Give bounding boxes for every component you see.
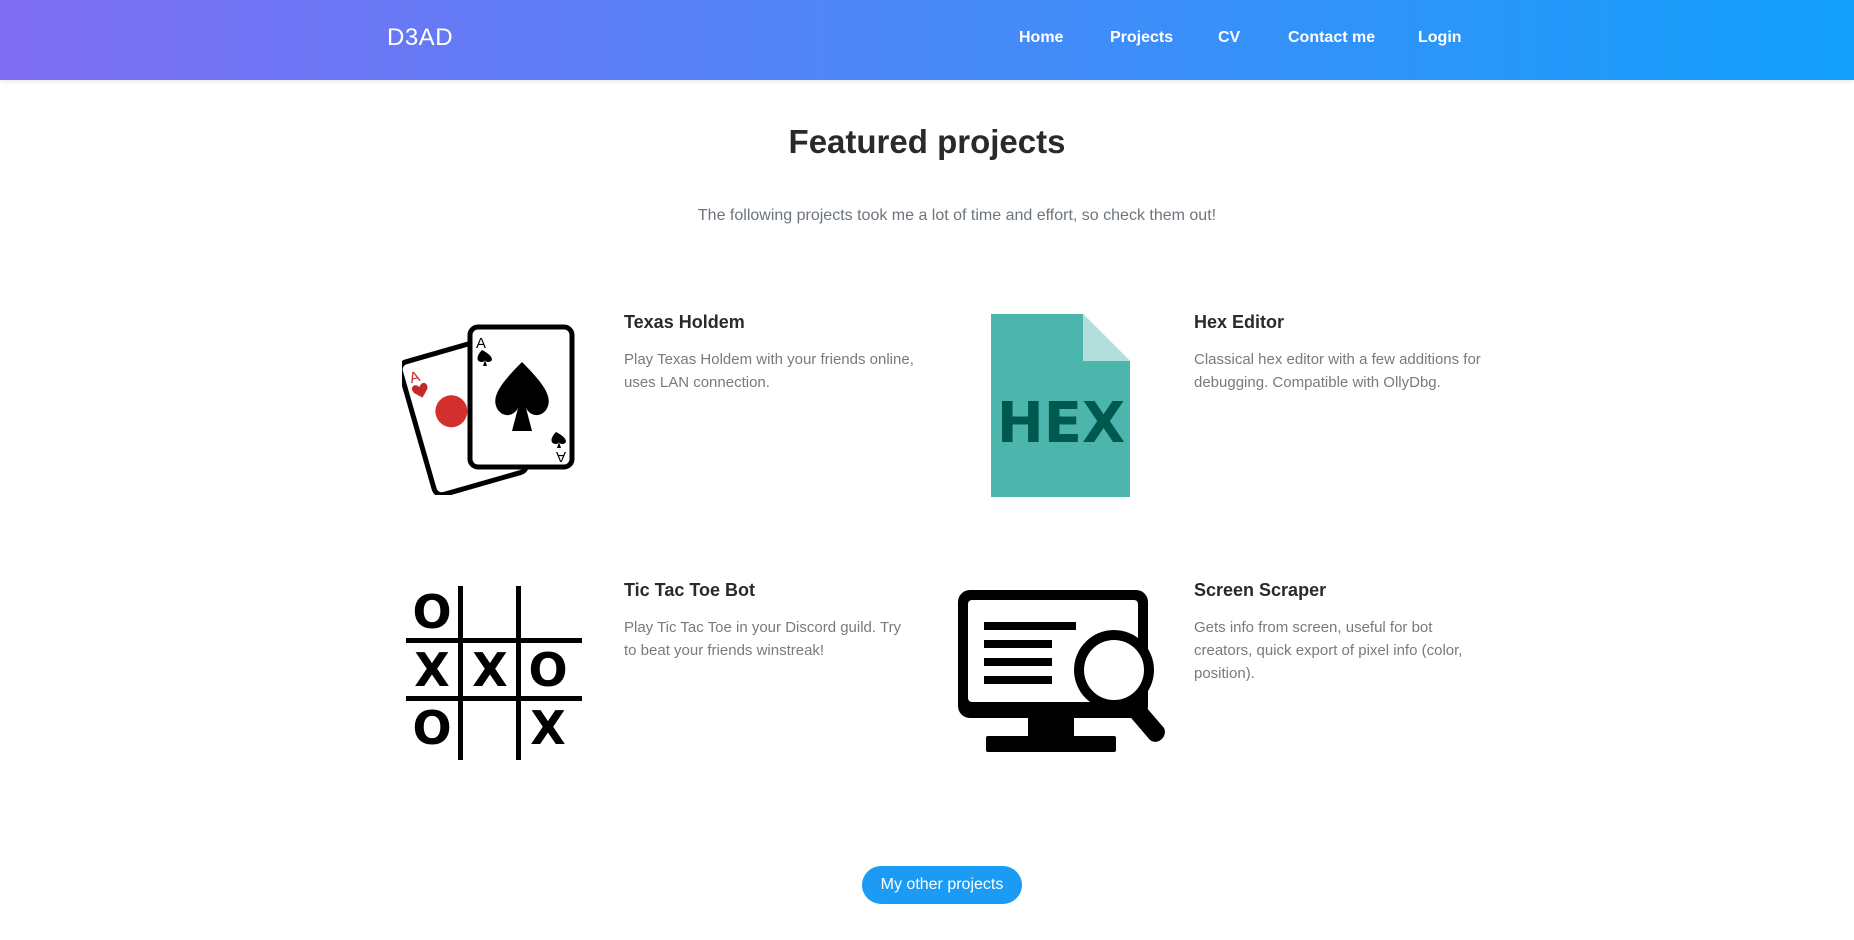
svg-text:A: A — [556, 448, 566, 465]
brand-logo[interactable]: D3AD — [387, 24, 453, 52]
screen-search-icon — [958, 590, 1165, 752]
hex-label: HEX — [997, 391, 1125, 456]
card-rank-front: A — [476, 335, 486, 352]
cell-x: X — [530, 701, 565, 755]
cell-x: X — [472, 643, 507, 697]
navbar: D3AD Home Projects CV Contact me Login — [0, 0, 1854, 80]
project-title-tic-tac-toe[interactable]: Tic Tac Toe Bot — [624, 580, 755, 601]
cell-o: O — [412, 701, 451, 755]
project-desc-screen-scraper: Gets info from screen, useful for bot cr… — [1194, 619, 1463, 682]
project-desc-hex-editor: Classical hex editor with a few addition… — [1194, 351, 1481, 391]
cell-o: O — [528, 643, 567, 697]
project-title-screen-scraper[interactable]: Screen Scraper — [1194, 580, 1326, 601]
nav-projects[interactable]: Projects — [1110, 29, 1173, 47]
nav-cv[interactable]: CV — [1218, 29, 1240, 47]
hex-file-icon: HEX — [991, 314, 1130, 497]
project-title-texas-holdem[interactable]: Texas Holdem — [624, 312, 745, 333]
playing-cards-icon: A A A — [402, 324, 575, 495]
page-subtitle: The following projects took me a lot of … — [697, 207, 1217, 224]
nav-contact[interactable]: Contact me — [1288, 29, 1375, 47]
nav-home[interactable]: Home — [1019, 29, 1063, 47]
cell-o: O — [412, 585, 451, 639]
cell-x: X — [414, 643, 449, 697]
other-projects-button[interactable]: My other projects — [862, 866, 1022, 904]
tic-tac-toe-icon: O X X O O X — [406, 585, 582, 760]
project-desc-texas-holdem: Play Texas Holdem with your friends onli… — [624, 351, 914, 391]
nav-login[interactable]: Login — [1418, 29, 1462, 47]
page-title: Featured projects — [788, 123, 1066, 160]
project-title-hex-editor[interactable]: Hex Editor — [1194, 312, 1284, 333]
project-desc-tic-tac-toe: Play Tic Tac Toe in your Discord guild. … — [624, 619, 902, 659]
